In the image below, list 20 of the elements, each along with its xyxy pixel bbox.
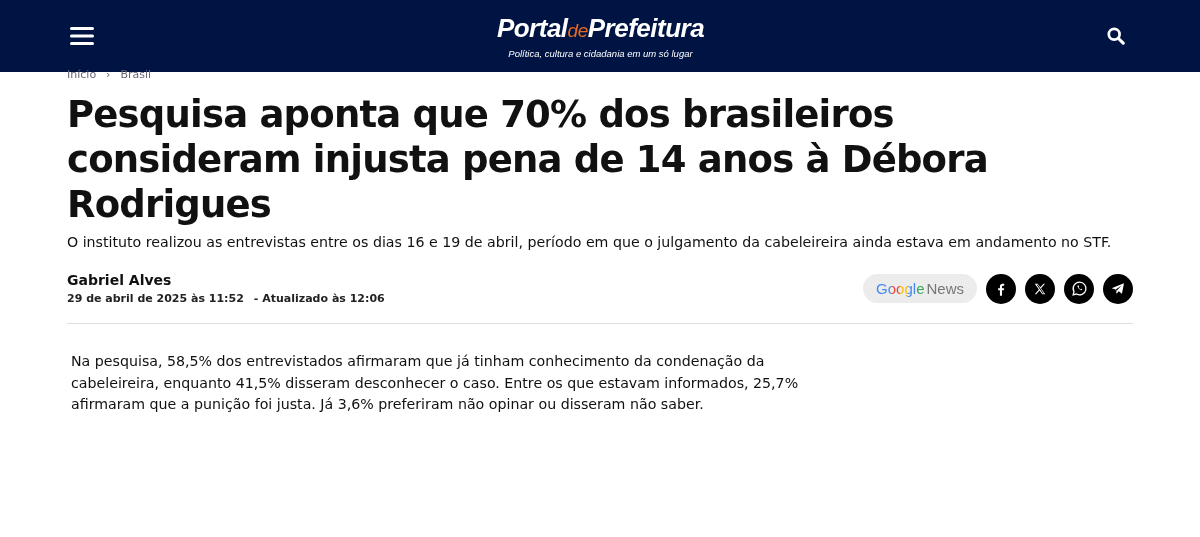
article-subtitle: O instituto realizou as entrevistas entre os dias 16 e 19 de abril, período em que o julgamento da cabeleireira ainda estava em andamento no STF. — [67, 233, 1113, 252]
author-name[interactable]: Gabriel Alves — [67, 272, 385, 288]
article-paragraph: Na pesquisa, 58,5% dos entrevistados afirmaram que já tinham conhecimento da condenação da cabeleireira, enquanto 41,5% disseram desconhecer o caso. Entre os que estavam informados, 25,7% afirmaram que a punição foi justa. Já 3,6% preferiram não opinar ou disseram não saber. — [71, 352, 800, 414]
x-share-button[interactable] — [1025, 273, 1055, 304]
x-icon — [1033, 281, 1047, 296]
breadcrumb-link[interactable]: Início — [67, 68, 97, 82]
whatsapp-share-button[interactable] — [1064, 273, 1094, 304]
site-tagline: Política, cultura e cidadania em um só lugar — [508, 48, 693, 59]
article-title: Pesquisa aponta que 70% dos brasileiros consideram injusta pena de 14 anos à Débora Rodrigues — [67, 92, 989, 227]
publish-date: 29 de abril de 2025 às 11:52 — [67, 292, 244, 305]
telegram-share-button[interactable] — [1103, 273, 1133, 304]
search-icon[interactable] — [1107, 27, 1125, 45]
breadcrumb-link[interactable]: Brasil — [120, 68, 152, 82]
breadcrumb-separator: › — [106, 68, 111, 82]
menu-icon[interactable] — [70, 26, 94, 46]
update-date: - Atualizado às 12:06 — [253, 292, 385, 305]
whatsapp-icon — [1070, 280, 1088, 297]
facebook-share-button[interactable] — [986, 273, 1016, 304]
site-logo[interactable]: PortaldePrefeitura — [496, 13, 705, 46]
google-news-button[interactable]: GoogleNews — [863, 274, 977, 303]
